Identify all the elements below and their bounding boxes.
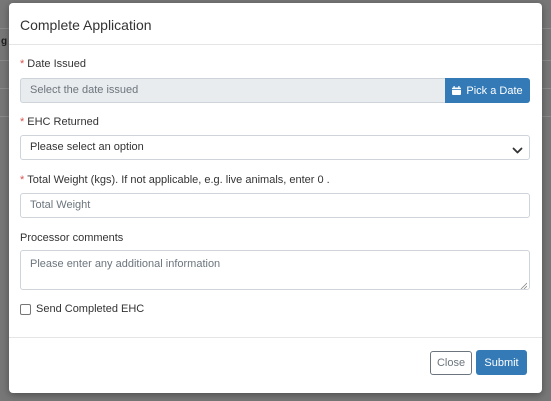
background-text-fragment: g [1,36,8,47]
total-weight-input[interactable]: Total Weight [20,193,530,218]
required-marker: * [20,58,25,70]
pick-a-date-label: Pick a Date [466,84,523,97]
date-issued-label-text: Date Issued [27,58,86,70]
required-marker: * [20,116,25,128]
date-issued-label: * Date Issued [20,58,86,70]
total-weight-label: * Total Weight (kgs). If not applicable, … [20,174,330,186]
ehc-returned-selected-value: Please select an option [30,141,144,153]
processor-comments-placeholder: Please enter any additional information [30,258,221,270]
modal-title: Complete Application [20,17,152,33]
complete-application-modal: Complete Application * Date Issued Select… [9,3,542,393]
modal-header: Complete Application [9,3,542,45]
send-completed-ehc-label[interactable]: Send Completed EHC [36,303,144,315]
modal-body: * Date Issued Select the date issued Pick… [9,45,542,337]
chevron-down-icon [512,142,523,154]
submit-button[interactable]: Submit [476,350,527,375]
processor-comments-textarea[interactable]: Please enter any additional information [20,250,530,290]
modal-footer: Close Submit [9,337,542,393]
processor-comments-label: Processor comments [20,232,124,244]
date-issued-group: Select the date issued Pick a Date [20,78,530,103]
ehc-returned-label: * EHC Returned [20,116,99,128]
resize-grip-icon[interactable] [520,280,528,290]
pick-a-date-button[interactable]: Pick a Date [445,78,530,103]
total-weight-label-text: Total Weight (kgs). If not applicable, e… [27,174,330,186]
date-issued-input[interactable]: Select the date issued [20,78,445,103]
send-completed-ehc-row: Send Completed EHC [20,303,144,315]
ehc-returned-select[interactable]: Please select an option [20,135,530,160]
ehc-returned-label-text: EHC Returned [27,116,99,128]
required-marker: * [20,174,25,186]
send-completed-ehc-checkbox[interactable] [20,303,31,315]
close-button[interactable]: Close [430,351,472,375]
calendar-icon [452,86,462,95]
